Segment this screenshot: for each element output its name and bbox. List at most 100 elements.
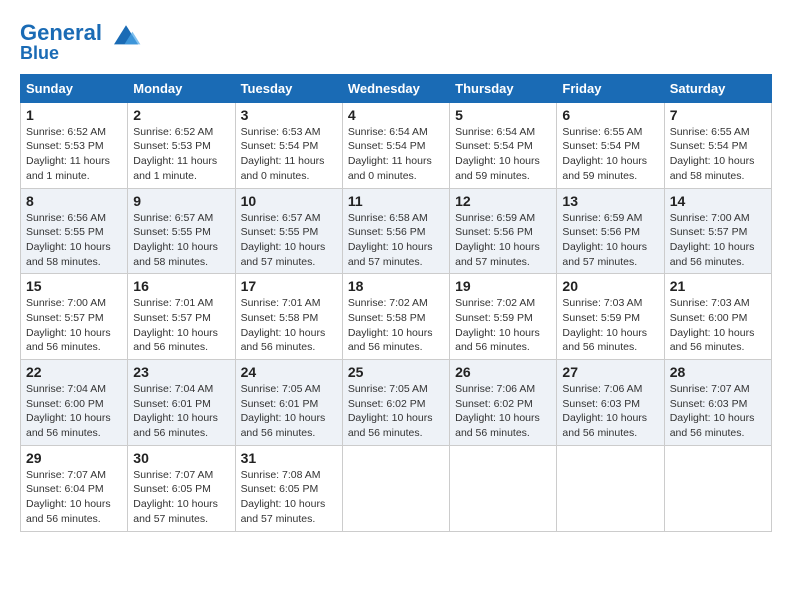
day-info: Sunrise: 6:56 AM Sunset: 5:55 PM Dayligh… (26, 211, 122, 270)
day-number: 19 (455, 278, 551, 294)
day-number: 20 (562, 278, 658, 294)
calendar-cell: 17 Sunrise: 7:01 AM Sunset: 5:58 PM Dayli… (235, 274, 342, 360)
day-number: 10 (241, 193, 337, 209)
day-info: Sunrise: 7:01 AM Sunset: 5:58 PM Dayligh… (241, 296, 337, 355)
day-info: Sunrise: 7:07 AM Sunset: 6:03 PM Dayligh… (670, 382, 766, 441)
day-number: 29 (26, 450, 122, 466)
day-number: 31 (241, 450, 337, 466)
calendar-cell: 11 Sunrise: 6:58 AM Sunset: 5:56 PM Dayli… (342, 188, 449, 274)
day-number: 11 (348, 193, 444, 209)
day-info: Sunrise: 7:06 AM Sunset: 6:03 PM Dayligh… (562, 382, 658, 441)
day-number: 5 (455, 107, 551, 123)
day-info: Sunrise: 6:53 AM Sunset: 5:54 PM Dayligh… (241, 125, 337, 184)
day-number: 27 (562, 364, 658, 380)
day-number: 3 (241, 107, 337, 123)
calendar-cell: 16 Sunrise: 7:01 AM Sunset: 5:57 PM Dayli… (128, 274, 235, 360)
day-info: Sunrise: 7:08 AM Sunset: 6:05 PM Dayligh… (241, 468, 337, 527)
calendar-cell (450, 445, 557, 531)
day-number: 18 (348, 278, 444, 294)
day-number: 14 (670, 193, 766, 209)
day-info: Sunrise: 7:07 AM Sunset: 6:05 PM Dayligh… (133, 468, 229, 527)
day-number: 4 (348, 107, 444, 123)
calendar-cell: 1Sunrise: 6:52 AM Sunset: 5:53 PM Daylig… (21, 102, 128, 188)
calendar-week-1: 1Sunrise: 6:52 AM Sunset: 5:53 PM Daylig… (21, 102, 772, 188)
day-number: 17 (241, 278, 337, 294)
day-number: 9 (133, 193, 229, 209)
calendar-cell (342, 445, 449, 531)
day-number: 8 (26, 193, 122, 209)
day-info: Sunrise: 7:04 AM Sunset: 6:01 PM Dayligh… (133, 382, 229, 441)
calendar-header-row: SundayMondayTuesdayWednesdayThursdayFrid… (21, 74, 772, 102)
day-info: Sunrise: 7:03 AM Sunset: 6:00 PM Dayligh… (670, 296, 766, 355)
calendar-cell (557, 445, 664, 531)
calendar-week-2: 8 Sunrise: 6:56 AM Sunset: 5:55 PM Daylig… (21, 188, 772, 274)
calendar-cell: 26 Sunrise: 7:06 AM Sunset: 6:02 PM Dayli… (450, 360, 557, 446)
weekday-header-monday: Monday (128, 74, 235, 102)
calendar-cell: 5Sunrise: 6:54 AM Sunset: 5:54 PM Daylig… (450, 102, 557, 188)
calendar-cell: 10Sunrise: 6:57 AM Sunset: 5:55 PM Dayli… (235, 188, 342, 274)
calendar-cell: 18 Sunrise: 7:02 AM Sunset: 5:58 PM Dayli… (342, 274, 449, 360)
day-info: Sunrise: 7:06 AM Sunset: 6:02 PM Dayligh… (455, 382, 551, 441)
day-number: 15 (26, 278, 122, 294)
calendar-week-5: 29 Sunrise: 7:07 AM Sunset: 6:04 PM Dayli… (21, 445, 772, 531)
calendar-cell: 7 Sunrise: 6:55 AM Sunset: 5:54 PM Daylig… (664, 102, 771, 188)
day-number: 22 (26, 364, 122, 380)
day-info: Sunrise: 6:58 AM Sunset: 5:56 PM Dayligh… (348, 211, 444, 270)
calendar-cell: 3 Sunrise: 6:53 AM Sunset: 5:54 PM Daylig… (235, 102, 342, 188)
day-info: Sunrise: 6:57 AM Sunset: 5:55 PM Dayligh… (133, 211, 229, 270)
calendar-cell: 28 Sunrise: 7:07 AM Sunset: 6:03 PM Dayli… (664, 360, 771, 446)
calendar-cell: 27 Sunrise: 7:06 AM Sunset: 6:03 PM Dayli… (557, 360, 664, 446)
calendar-cell: 12Sunrise: 6:59 AM Sunset: 5:56 PM Dayli… (450, 188, 557, 274)
calendar-body: 1Sunrise: 6:52 AM Sunset: 5:53 PM Daylig… (21, 102, 772, 531)
day-info: Sunrise: 6:55 AM Sunset: 5:54 PM Dayligh… (670, 125, 766, 184)
calendar-cell: 4 Sunrise: 6:54 AM Sunset: 5:54 PM Daylig… (342, 102, 449, 188)
calendar-week-4: 22 Sunrise: 7:04 AM Sunset: 6:00 PM Dayli… (21, 360, 772, 446)
day-info: Sunrise: 6:59 AM Sunset: 5:56 PM Dayligh… (562, 211, 658, 270)
day-info: Sunrise: 7:00 AM Sunset: 5:57 PM Dayligh… (26, 296, 122, 355)
day-number: 7 (670, 107, 766, 123)
page-header: General Blue (20, 20, 772, 64)
day-info: Sunrise: 6:52 AM Sunset: 5:53 PM Dayligh… (133, 125, 229, 184)
day-number: 13 (562, 193, 658, 209)
day-number: 23 (133, 364, 229, 380)
day-info: Sunrise: 7:04 AM Sunset: 6:00 PM Dayligh… (26, 382, 122, 441)
calendar-cell: 19 Sunrise: 7:02 AM Sunset: 5:59 PM Dayli… (450, 274, 557, 360)
weekday-header-sunday: Sunday (21, 74, 128, 102)
calendar-cell: 24Sunrise: 7:05 AM Sunset: 6:01 PM Dayli… (235, 360, 342, 446)
day-info: Sunrise: 7:07 AM Sunset: 6:04 PM Dayligh… (26, 468, 122, 527)
calendar-cell: 15 Sunrise: 7:00 AM Sunset: 5:57 PM Dayli… (21, 274, 128, 360)
day-info: Sunrise: 7:02 AM Sunset: 5:58 PM Dayligh… (348, 296, 444, 355)
day-info: Sunrise: 7:00 AM Sunset: 5:57 PM Dayligh… (670, 211, 766, 270)
day-info: Sunrise: 6:52 AM Sunset: 5:53 PM Dayligh… (26, 125, 122, 184)
calendar-cell: 20 Sunrise: 7:03 AM Sunset: 5:59 PM Dayli… (557, 274, 664, 360)
day-number: 26 (455, 364, 551, 380)
calendar-table: SundayMondayTuesdayWednesdayThursdayFrid… (20, 74, 772, 532)
day-info: Sunrise: 6:54 AM Sunset: 5:54 PM Dayligh… (348, 125, 444, 184)
calendar-cell: 9 Sunrise: 6:57 AM Sunset: 5:55 PM Daylig… (128, 188, 235, 274)
day-number: 16 (133, 278, 229, 294)
calendar-cell: 22 Sunrise: 7:04 AM Sunset: 6:00 PM Dayli… (21, 360, 128, 446)
calendar-cell: 25Sunrise: 7:05 AM Sunset: 6:02 PM Dayli… (342, 360, 449, 446)
day-info: Sunrise: 7:02 AM Sunset: 5:59 PM Dayligh… (455, 296, 551, 355)
weekday-header-thursday: Thursday (450, 74, 557, 102)
calendar-week-3: 15 Sunrise: 7:00 AM Sunset: 5:57 PM Dayli… (21, 274, 772, 360)
calendar-cell: 31 Sunrise: 7:08 AM Sunset: 6:05 PM Dayli… (235, 445, 342, 531)
logo: General Blue (20, 20, 142, 64)
calendar-cell: 2 Sunrise: 6:52 AM Sunset: 5:53 PM Daylig… (128, 102, 235, 188)
calendar-cell: 6 Sunrise: 6:55 AM Sunset: 5:54 PM Daylig… (557, 102, 664, 188)
day-number: 6 (562, 107, 658, 123)
day-number: 28 (670, 364, 766, 380)
weekday-header-saturday: Saturday (664, 74, 771, 102)
weekday-header-friday: Friday (557, 74, 664, 102)
day-info: Sunrise: 7:01 AM Sunset: 5:57 PM Dayligh… (133, 296, 229, 355)
calendar-cell: 29 Sunrise: 7:07 AM Sunset: 6:04 PM Dayli… (21, 445, 128, 531)
calendar-cell: 21Sunrise: 7:03 AM Sunset: 6:00 PM Dayli… (664, 274, 771, 360)
day-info: Sunrise: 7:05 AM Sunset: 6:01 PM Dayligh… (241, 382, 337, 441)
day-info: Sunrise: 7:03 AM Sunset: 5:59 PM Dayligh… (562, 296, 658, 355)
calendar-cell: 13 Sunrise: 6:59 AM Sunset: 5:56 PM Dayli… (557, 188, 664, 274)
weekday-header-tuesday: Tuesday (235, 74, 342, 102)
calendar-cell: 14 Sunrise: 7:00 AM Sunset: 5:57 PM Dayli… (664, 188, 771, 274)
day-info: Sunrise: 6:55 AM Sunset: 5:54 PM Dayligh… (562, 125, 658, 184)
day-number: 2 (133, 107, 229, 123)
calendar-cell (664, 445, 771, 531)
